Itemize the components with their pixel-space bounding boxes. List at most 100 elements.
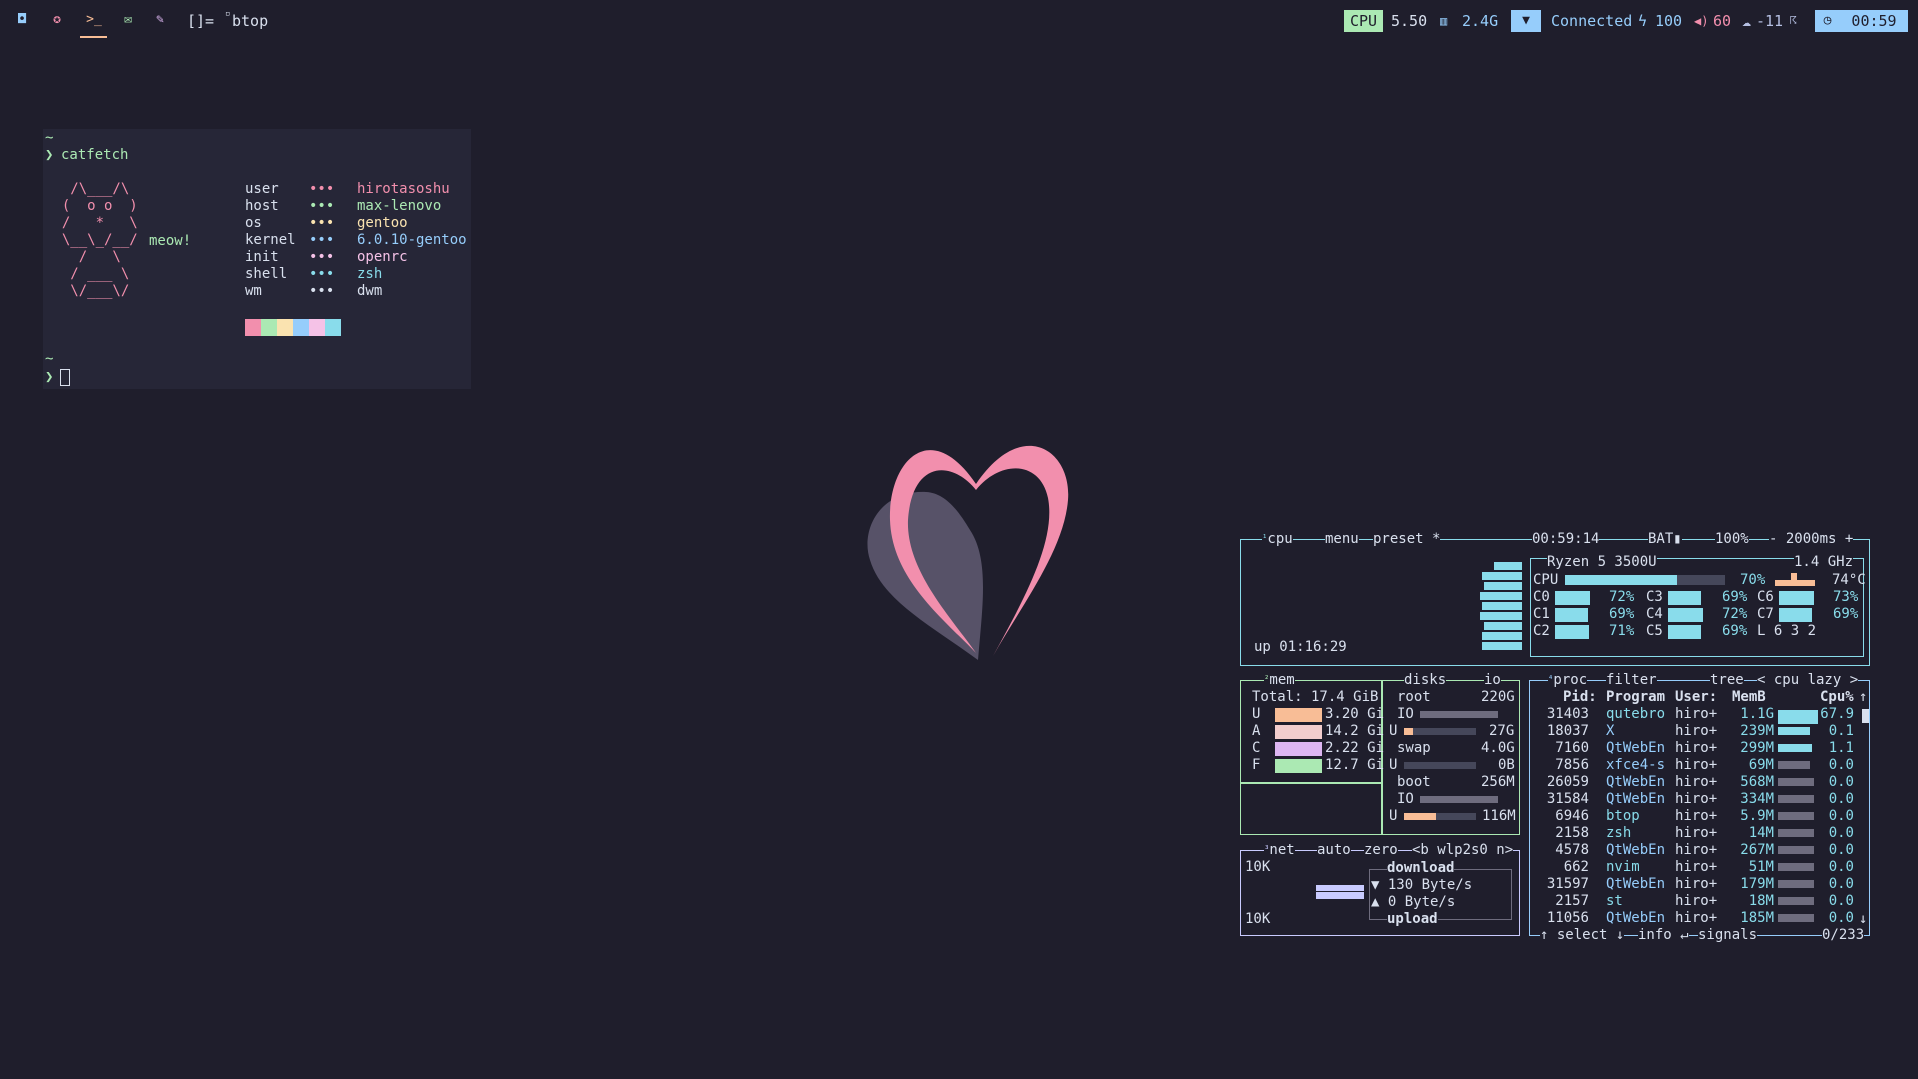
proc-row[interactable]: 4578 QtWebEn hiro+ 267M 0.0 xyxy=(1532,842,1858,859)
mem-row-label: F xyxy=(1252,757,1261,773)
proc-cpu: 0.0 xyxy=(1828,808,1854,824)
net-zero-toggle[interactable]: zero xyxy=(1364,842,1398,859)
net-interface-selector[interactable]: <b wlp2s0 n> xyxy=(1412,842,1514,859)
disk-swap-used-track xyxy=(1404,762,1476,769)
proc-pid: 31597 xyxy=(1546,876,1589,892)
prompt-symbol: ❯ xyxy=(45,147,54,163)
proc-row[interactable]: 2158 zsh hiro+ 14M 0.0 xyxy=(1532,825,1858,842)
info-value: max-lenovo xyxy=(357,198,442,214)
cpu-preset-button[interactable]: preset * xyxy=(1373,531,1441,548)
core-percent: 69% xyxy=(1722,623,1748,639)
info-key: shell xyxy=(245,266,288,282)
weather-icon: ☁ xyxy=(1742,12,1752,30)
proc-row[interactable]: 6946 btop hiro+ 5.9M 0.0 xyxy=(1532,808,1858,825)
proc-mem: 568M xyxy=(1740,774,1774,790)
proc-tree-toggle[interactable]: tree xyxy=(1710,672,1744,689)
proc-user: hiro+ xyxy=(1675,757,1718,773)
proc-row[interactable]: 7160 QtWebEn hiro+ 299M 1.1 xyxy=(1532,740,1858,757)
proc-graph xyxy=(1778,914,1814,922)
scroll-down-icon[interactable]: ↓ xyxy=(1859,911,1867,928)
core-name: C4 xyxy=(1646,606,1663,622)
proc-cpu: 0.0 xyxy=(1828,842,1854,858)
cat-art-line: / ___ \ xyxy=(45,266,130,282)
core-bar-fill xyxy=(1555,591,1590,605)
proc-pid: 2157 xyxy=(1555,893,1589,909)
proc-scrollbar-thumb[interactable] xyxy=(1862,709,1869,723)
proc-mem: 185M xyxy=(1740,910,1774,926)
net-upload-label: upload xyxy=(1387,911,1438,928)
proc-pid: 7160 xyxy=(1555,740,1589,756)
terminal-icon[interactable]: >_ xyxy=(84,12,104,30)
proc-row[interactable]: 31597 QtWebEn hiro+ 179M 0.0 xyxy=(1532,876,1858,893)
proc-mem: 5.9M xyxy=(1740,808,1774,824)
proc-filter-button[interactable]: filter xyxy=(1606,672,1657,689)
mem-row-label: C xyxy=(1252,740,1261,756)
proc-graph xyxy=(1778,863,1814,871)
proc-row[interactable]: 11056 QtWebEn hiro+ 185M 0.0 xyxy=(1532,910,1858,927)
thermometer-icon: ☈ xyxy=(1790,14,1797,27)
terminal-window[interactable]: ~ ❯ catfetch meow! ~ ❯ /\___/\ ( o o ) /… xyxy=(43,129,471,389)
proc-pid: 6946 xyxy=(1555,808,1589,824)
color-swatch xyxy=(277,319,293,336)
proc-select-hint[interactable]: ↑ select ↓ xyxy=(1540,927,1625,944)
layout-indicator[interactable]: []= xyxy=(187,11,214,31)
net-scale-top: 10K xyxy=(1245,859,1271,875)
info-key: init xyxy=(245,249,279,265)
proc-graph xyxy=(1778,761,1810,769)
cat-art-line: / \ xyxy=(45,249,121,265)
volume-value: 60 xyxy=(1713,12,1732,30)
disks-io-toggle[interactable]: io xyxy=(1484,672,1501,689)
proc-row[interactable]: 662 nvim hiro+ 51M 0.0 xyxy=(1532,859,1858,876)
disk-root-used-fill xyxy=(1404,728,1413,735)
proc-signals-hint[interactable]: signals xyxy=(1698,927,1758,944)
proc-row[interactable]: 7856 xfce4-s hiro+ 69M 0.0 xyxy=(1532,757,1858,774)
proc-pid: 7856 xyxy=(1555,757,1589,773)
core-percent: 72% xyxy=(1722,606,1748,622)
prompt-symbol-2: ❯ xyxy=(45,369,54,385)
cwd-tilde-2: ~ xyxy=(45,351,54,367)
proc-pid: 662 xyxy=(1563,859,1589,875)
proc-row[interactable]: 31403 qutebro hiro+ 1.1G 67.9 xyxy=(1532,706,1858,724)
proc-row[interactable]: 2157 st hiro+ 18M 0.0 xyxy=(1532,893,1858,910)
mem-row-bar xyxy=(1275,708,1322,722)
proc-sort-selector[interactable]: < cpu lazy > xyxy=(1757,672,1859,689)
proc-row[interactable]: 18037 Xhiro+ 239M 0.1 xyxy=(1532,723,1858,740)
proc-pid: 11056 xyxy=(1546,910,1589,926)
memory-value: 2.4G xyxy=(1462,12,1499,30)
core-bar-track xyxy=(1668,625,1716,639)
mem-row-label: U xyxy=(1252,706,1261,722)
info-dots: ••• xyxy=(309,181,335,197)
temperature-value: -11 xyxy=(1756,12,1784,30)
proc-row[interactable]: 26059 QtWebEn hiro+ 568M 0.0 xyxy=(1532,774,1858,791)
scroll-up-icon[interactable]: ↑ xyxy=(1859,689,1867,706)
cpu-menu-button[interactable]: menu xyxy=(1325,531,1359,548)
proc-pid: 26059 xyxy=(1546,774,1589,790)
proc-pid: 31403 xyxy=(1546,706,1589,722)
cpu-total-percent: 70% xyxy=(1740,572,1766,588)
proc-user: hiro+ xyxy=(1675,825,1718,841)
core-bar-track xyxy=(1668,608,1716,622)
core-bar-fill xyxy=(1779,608,1813,622)
info-dots: ••• xyxy=(309,198,335,214)
update-interval[interactable]: - 2000ms + xyxy=(1769,531,1854,548)
net-auto-toggle[interactable]: auto xyxy=(1317,842,1351,859)
btop-monitor[interactable]: ¹cpu menu preset * 00:59:14 BAT▮ 100% - … xyxy=(1234,530,1878,946)
square-icon[interactable]: ◘ xyxy=(12,12,32,30)
info-value: openrc xyxy=(357,249,408,265)
core-name: C7 xyxy=(1757,606,1774,622)
brush-icon[interactable]: ✎ xyxy=(150,12,170,30)
cpu-frequency: 1.4 GHz xyxy=(1794,554,1854,571)
cpu-box-title: ¹cpu xyxy=(1262,531,1293,548)
fire-icon[interactable]: ✪ xyxy=(47,12,67,30)
net-upload-rate: ▲ 0 Byte/s xyxy=(1371,894,1456,910)
proc-cpu: 1.1 xyxy=(1828,740,1854,756)
proc-user: hiro+ xyxy=(1675,876,1718,892)
core-bar-fill xyxy=(1779,591,1815,605)
cpu-graph-bar xyxy=(1480,592,1522,600)
proc-graph xyxy=(1778,812,1814,820)
proc-row[interactable]: 31584 QtWebEn hiro+ 334M 0.0 xyxy=(1532,791,1858,808)
meow-text: meow! xyxy=(149,233,192,249)
mail-icon[interactable]: ✉ xyxy=(118,12,138,30)
core-percent: 72% xyxy=(1609,589,1635,605)
proc-info-hint[interactable]: info ↵ xyxy=(1638,927,1689,944)
